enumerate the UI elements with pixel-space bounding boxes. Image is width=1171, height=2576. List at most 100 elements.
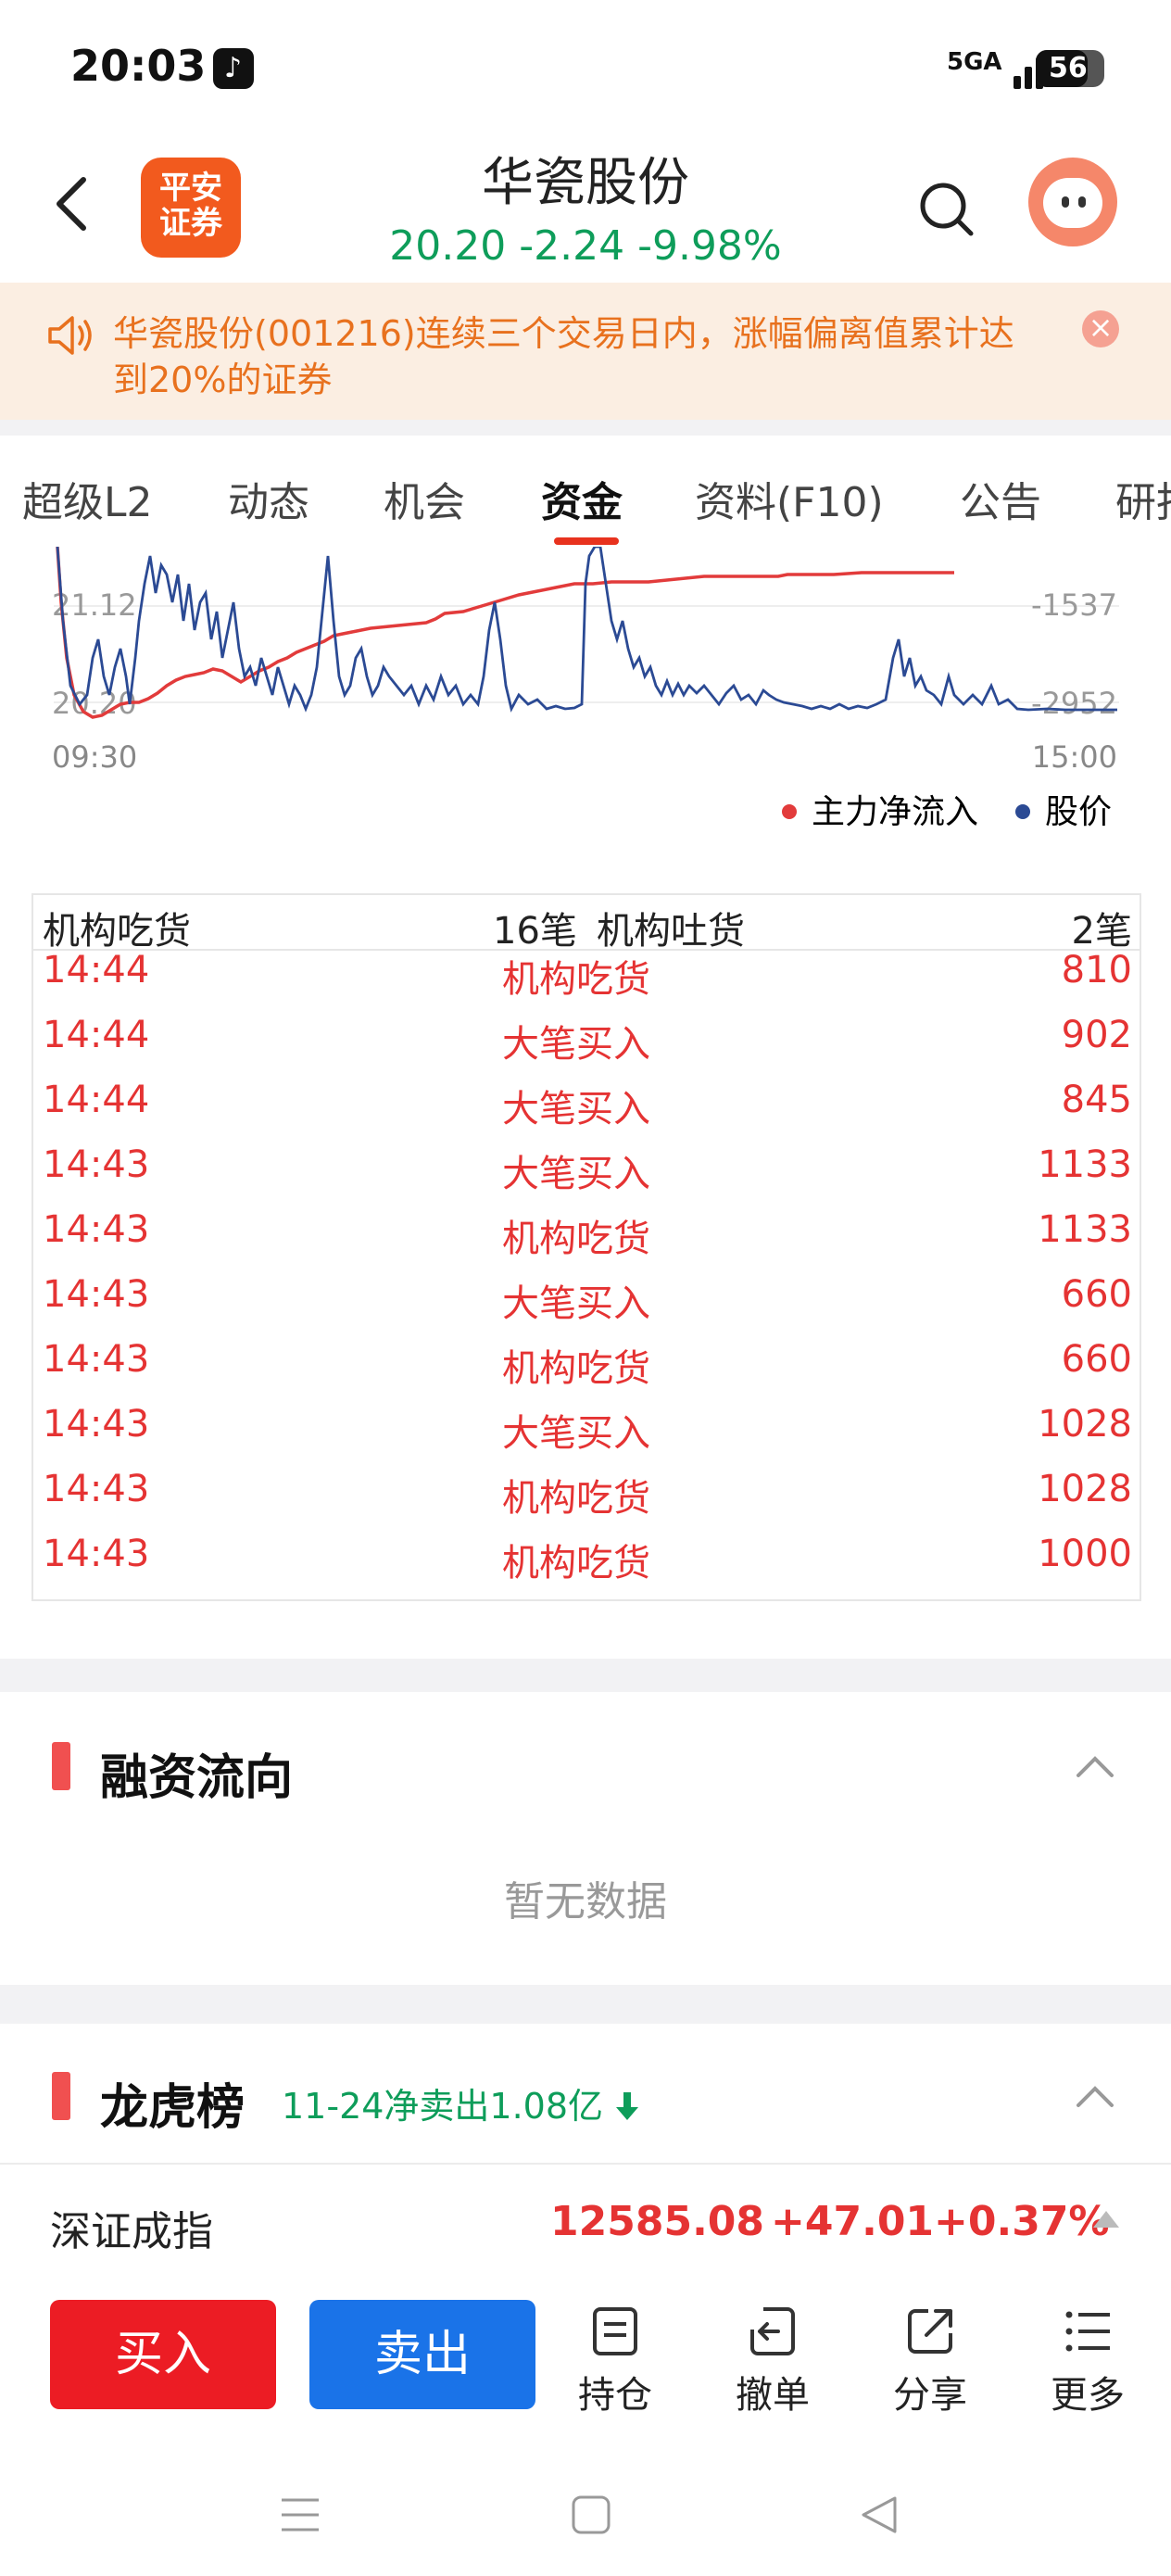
signal-icon [982,46,1043,89]
trade-volume: 810 [1061,949,1132,991]
tab-announcements[interactable]: 公告 [960,469,1041,528]
header-inst-sell: 机构吐货 [597,910,745,953]
trade-type: 大笔买入 [502,1023,650,1066]
trade-volume: 1028 [1038,1403,1132,1446]
section-accent [52,2072,70,2120]
trade-type: 大笔买入 [502,1412,650,1455]
trade-type: 大笔买入 [502,1088,650,1130]
speaker-icon [48,316,92,355]
collapse-chevron-icon[interactable] [1077,1749,1114,1787]
trade-time: 14:43 [43,1533,150,1575]
cancel-order-label: 撤单 [736,2374,810,2417]
holdings-button[interactable]: 持仓 [550,2305,680,2418]
x-tick-end: 15:00 [1032,739,1117,775]
more-button[interactable]: 更多 [1023,2305,1152,2418]
home-nav-icon[interactable] [571,2494,611,2535]
table-row: 14:43 机构吃货 1028 [33,1458,1140,1523]
menu-nav-icon[interactable] [280,2496,321,2533]
trade-time: 14:43 [43,1338,150,1381]
tab-research[interactable]: 研报 [1115,469,1171,528]
trade-time: 14:43 [43,1143,150,1186]
trade-action-bar: 买入 卖出 持仓 撤单 分享 更多 [0,2278,1171,2454]
trade-time: 14:44 [43,949,150,991]
collapse-chevron-icon[interactable] [1077,2079,1114,2116]
holdings-label: 持仓 [578,2374,652,2417]
tiktok-icon: ♪ [213,48,254,89]
trade-time: 14:43 [43,1468,150,1510]
legend-stock-price: 股价 [1045,793,1112,831]
trade-volume: 1028 [1038,1468,1132,1510]
trade-type: 机构吃货 [502,1477,650,1520]
legend-main-net-inflow: 主力净流入 [812,793,978,831]
cancel-order-button[interactable]: 撤单 [708,2305,837,2418]
table-row: 14:43 大笔买入 660 [33,1264,1140,1329]
price-change: -2.24 [519,222,625,270]
trade-type: 大笔买入 [502,1153,650,1195]
dragon-tiger-title: 龙虎榜 [100,2080,246,2136]
legend-dot-main-net-inflow [782,804,797,819]
block-trades-table[interactable]: 机构吃货 16笔 机构吐货 2笔 14:44机构吃货90214:44机构吃货81… [31,893,1141,1601]
down-arrow-icon [616,2092,639,2120]
back-nav-icon[interactable] [858,2494,899,2535]
table-row: 14:43 机构吃货 660 [33,1329,1140,1394]
stock-name: 华瓷股份 [482,153,689,213]
expand-arrow-icon[interactable] [1093,2211,1119,2228]
sell-button[interactable]: 卖出 [309,2300,535,2409]
capital-flow-chart[interactable]: 21.12 20.20 -1537 -2952 09:30 15:00 主力净流… [0,547,1171,917]
trade-type: 机构吃货 [502,1218,650,1260]
index-ticker-bar[interactable]: 深证成指 12585.08 +47.01 +0.37% [0,2163,1171,2281]
assistant-avatar-icon[interactable] [1028,158,1117,246]
right-tick-bottom: -2952 [1031,686,1117,721]
tab-capital[interactable]: 资金 [541,469,623,528]
chart-svg: 21.12 20.20 -1537 -2952 09:30 15:00 主力净流… [52,547,1119,831]
active-tab-indicator [554,537,619,545]
trade-time: 14:43 [43,1208,150,1251]
dragon-tiger-subtitle: 11-24净卖出1.08亿 [282,2077,640,2128]
dragon-tiger-section: 龙虎榜 11-24净卖出1.08亿 [0,2024,1171,2163]
table-row: 14:43 机构吃货 1133 [33,1199,1140,1264]
share-icon [908,2309,952,2354]
tab-opportunity[interactable]: 机会 [384,469,465,528]
notice-banner: 华瓷股份(001216)连续三个交易日内，涨幅偏离值累计达到20%的证券 × [0,283,1171,420]
more-icon [1065,2311,1110,2352]
margin-flow-section: 融资流向 暂无数据 [0,1692,1171,1985]
battery-level: 56 [1049,52,1088,84]
trade-volume: 660 [1061,1338,1132,1381]
tab-super-l2[interactable]: 超级L2 [22,469,153,528]
series-stock-price [56,547,1117,713]
trade-volume: 1000 [1038,1533,1132,1575]
index-change-pct: +0.37% [934,2198,1110,2245]
share-label: 分享 [893,2374,967,2417]
x-tick-start: 09:30 [52,739,137,775]
trade-time: 14:43 [43,1273,150,1316]
price: 20.20 [389,222,507,270]
notice-close-button[interactable]: × [1082,309,1119,347]
right-tick-top: -1537 [1031,587,1117,623]
margin-flow-empty: 暂无数据 [504,1878,667,1926]
share-button[interactable]: 分享 [865,2305,995,2418]
status-bar: 20:03 ♪ 5GA 56 [0,0,1171,139]
search-icon[interactable] [917,180,976,239]
trade-volume: 902 [1061,1014,1132,1056]
trade-volume: 660 [1061,1273,1132,1316]
header-inst-buy: 机构吃货 [43,910,191,953]
trade-type: 大笔买入 [502,1282,650,1325]
dragon-tiger-summary: 11-24净卖出1.08亿 [282,2086,604,2127]
tab-dynamics[interactable]: 动态 [228,469,309,528]
trade-volume: 1133 [1038,1143,1132,1186]
trade-time: 14:44 [43,1079,150,1121]
trade-type: 机构吃货 [502,1542,650,1585]
system-nav-bar [0,2454,1171,2576]
table-row: 14:43 大笔买入 1028 [33,1394,1140,1458]
table-row: 14:43 机构吃货 1000 [33,1523,1140,1588]
buy-button[interactable]: 买入 [50,2300,276,2409]
more-label: 更多 [1051,2374,1125,2417]
trade-time: 14:44 [43,1014,150,1056]
tab-profile-f10[interactable]: 资料(F10) [695,469,884,528]
table-row: 14:44 大笔买入 845 [33,1069,1140,1134]
trade-type: 机构吃货 [502,1347,650,1390]
trade-volume: 845 [1061,1079,1132,1121]
cancel-order-icon [750,2307,795,2355]
stock-quote: 20.20 -2.24 -9.98% [0,222,1171,270]
left-tick-top: 21.12 [52,587,137,623]
